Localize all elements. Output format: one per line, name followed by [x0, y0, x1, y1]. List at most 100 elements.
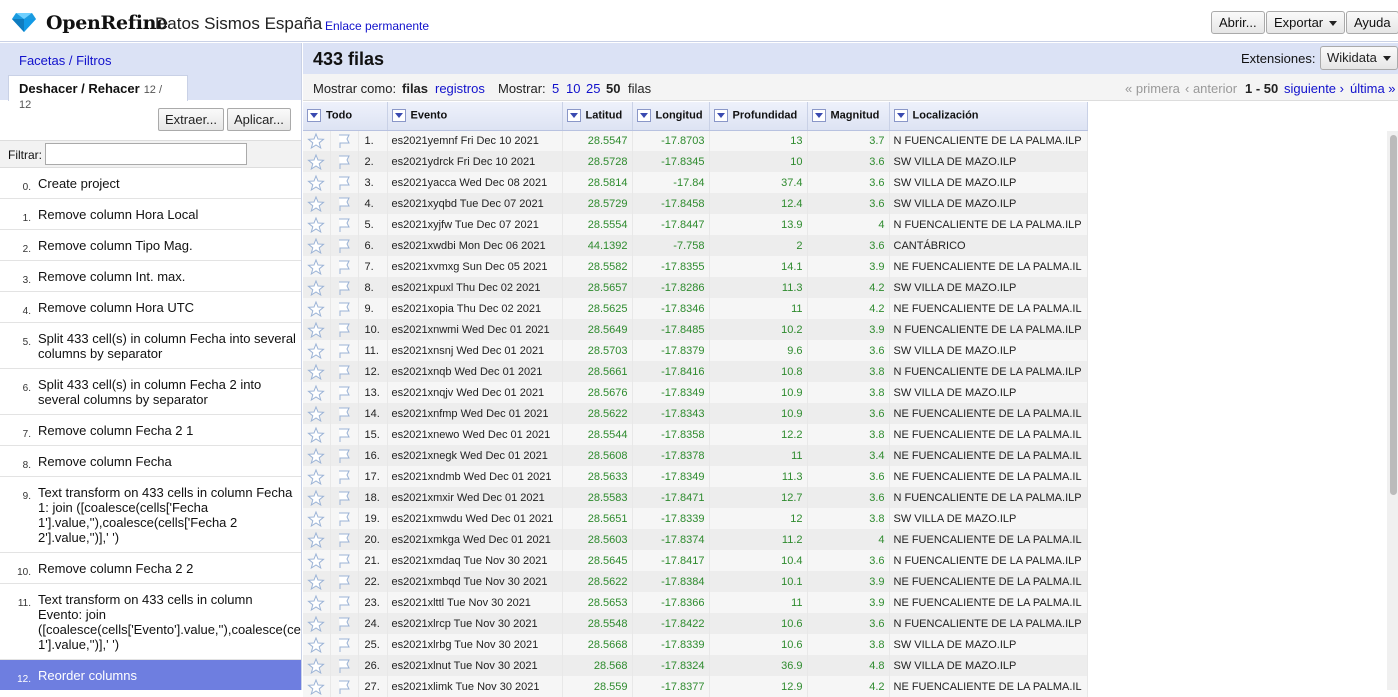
cell-latitud[interactable]: 28.568: [562, 655, 633, 676]
column-menu-icon[interactable]: [566, 109, 581, 123]
cell-localizacion[interactable]: NE FUENCALIENTE DE LA PALMA.IL: [889, 529, 1088, 550]
cell-row-number[interactable]: 22.: [358, 571, 388, 592]
star-icon[interactable]: [307, 237, 326, 255]
cell-evento[interactable]: es2021yemnf Fri Dec 10 2021: [387, 130, 563, 151]
star-icon[interactable]: [307, 573, 326, 591]
cell-magnitud[interactable]: 4: [807, 214, 890, 235]
cell-magnitud[interactable]: 4.2: [807, 676, 890, 697]
cell-evento[interactable]: es2021xnfmp Wed Dec 01 2021: [387, 403, 563, 424]
cell-profundidad[interactable]: 9.6: [709, 340, 808, 361]
cell-latitud[interactable]: 28.5649: [562, 319, 633, 340]
cell-row-number[interactable]: 27.: [358, 676, 388, 697]
cell-longitud[interactable]: -17.8379: [632, 340, 710, 361]
cell-magnitud[interactable]: 3.6: [807, 550, 890, 571]
cell-evento[interactable]: es2021yacca Wed Dec 08 2021: [387, 172, 563, 193]
star-icon[interactable]: [307, 552, 326, 570]
history-item[interactable]: 11. Text transform on 433 cells in column…: [0, 584, 301, 660]
star-icon[interactable]: [307, 636, 326, 654]
cell-evento[interactable]: es2021xpuxl Thu Dec 02 2021: [387, 277, 563, 298]
cell-longitud[interactable]: -17.8349: [632, 466, 710, 487]
cell-magnitud[interactable]: 3.6: [807, 613, 890, 634]
cell-evento[interactable]: es2021xmdaq Tue Nov 30 2021: [387, 550, 563, 571]
flag-icon[interactable]: [335, 321, 353, 339]
cell-localizacion[interactable]: N FUENCALIENTE DE LA PALMA.ILP: [889, 487, 1088, 508]
cell-magnitud[interactable]: 3.8: [807, 361, 890, 382]
cell-localizacion[interactable]: NE FUENCALIENTE DE LA PALMA.IL: [889, 466, 1088, 487]
cell-magnitud[interactable]: 4.8: [807, 655, 890, 676]
star-icon[interactable]: [307, 678, 326, 696]
cell-localizacion[interactable]: CANTÁBRICO: [889, 235, 1088, 256]
cell-row-number[interactable]: 12.: [358, 361, 388, 382]
cell-profundidad[interactable]: 11.3: [709, 277, 808, 298]
flag-icon[interactable]: [335, 552, 353, 570]
column-header-profundidad[interactable]: Profundidad: [709, 102, 808, 131]
cell-magnitud[interactable]: 3.6: [807, 403, 890, 424]
history-item[interactable]: 10. Remove column Fecha 2 2: [0, 553, 301, 584]
cell-row-number[interactable]: 8.: [358, 277, 388, 298]
cell-magnitud[interactable]: 3.6: [807, 172, 890, 193]
cell-profundidad[interactable]: 14.1: [709, 256, 808, 277]
cell-magnitud[interactable]: 4: [807, 529, 890, 550]
flag-icon[interactable]: [335, 468, 353, 486]
cell-row-number[interactable]: 6.: [358, 235, 388, 256]
cell-profundidad[interactable]: 13.9: [709, 214, 808, 235]
column-header-latitud[interactable]: Latitud: [562, 102, 633, 131]
cell-magnitud[interactable]: 3.6: [807, 235, 890, 256]
cell-localizacion[interactable]: N FUENCALIENTE DE LA PALMA.ILP: [889, 214, 1088, 235]
cell-latitud[interactable]: 28.5554: [562, 214, 633, 235]
cell-row-number[interactable]: 10.: [358, 319, 388, 340]
help-button[interactable]: Ayuda: [1346, 11, 1398, 34]
cell-localizacion[interactable]: SW VILLA DE MAZO.ILP: [889, 277, 1088, 298]
cell-row-number[interactable]: 4.: [358, 193, 388, 214]
star-icon[interactable]: [307, 384, 326, 402]
flag-icon[interactable]: [335, 573, 353, 591]
cell-row-number[interactable]: 2.: [358, 151, 388, 172]
cell-profundidad[interactable]: 12.4: [709, 193, 808, 214]
star-icon[interactable]: [307, 615, 326, 633]
flag-icon[interactable]: [335, 237, 353, 255]
cell-localizacion[interactable]: N FUENCALIENTE DE LA PALMA.ILP: [889, 130, 1088, 151]
extensions-dropdown[interactable]: Wikidata: [1320, 46, 1398, 70]
cell-profundidad[interactable]: 11: [709, 298, 808, 319]
cell-latitud[interactable]: 28.5676: [562, 382, 633, 403]
star-icon[interactable]: [307, 153, 326, 171]
extract-button[interactable]: Extraer...: [158, 108, 225, 131]
star-icon[interactable]: [307, 195, 326, 213]
cell-localizacion[interactable]: SW VILLA DE MAZO.ILP: [889, 172, 1088, 193]
history-item[interactable]: 4. Remove column Hora UTC: [0, 292, 301, 323]
column-header-longitud[interactable]: Longitud: [632, 102, 710, 131]
cell-evento[interactable]: es2021ydrck Fri Dec 10 2021: [387, 151, 563, 172]
cell-evento[interactable]: es2021xmkga Wed Dec 01 2021: [387, 529, 563, 550]
mode-records-link[interactable]: registros: [435, 81, 485, 96]
flag-icon[interactable]: [335, 594, 353, 612]
cell-longitud[interactable]: -17.8339: [632, 634, 710, 655]
cell-longitud[interactable]: -17.8358: [632, 424, 710, 445]
flag-icon[interactable]: [335, 195, 353, 213]
flag-icon[interactable]: [335, 342, 353, 360]
cell-localizacion[interactable]: SW VILLA DE MAZO.ILP: [889, 151, 1088, 172]
cell-longitud[interactable]: -17.8485: [632, 319, 710, 340]
history-item[interactable]: 6. Split 433 cell(s) in column Fecha 2 in…: [0, 369, 301, 415]
project-name[interactable]: Datos Sismos España: [155, 14, 322, 34]
flag-icon[interactable]: [335, 279, 353, 297]
history-item[interactable]: 8. Remove column Fecha: [0, 446, 301, 477]
cell-magnitud[interactable]: 3.6: [807, 193, 890, 214]
cell-row-number[interactable]: 11.: [358, 340, 388, 361]
cell-localizacion[interactable]: NE FUENCALIENTE DE LA PALMA.IL: [889, 424, 1088, 445]
star-icon[interactable]: [307, 489, 326, 507]
cell-magnitud[interactable]: 3.6: [807, 151, 890, 172]
cell-row-number[interactable]: 13.: [358, 382, 388, 403]
cell-evento[interactable]: es2021xlimk Tue Nov 30 2021: [387, 676, 563, 697]
cell-magnitud[interactable]: 3.8: [807, 634, 890, 655]
cell-localizacion[interactable]: NE FUENCALIENTE DE LA PALMA.IL: [889, 592, 1088, 613]
cell-evento[interactable]: es2021xnsnj Wed Dec 01 2021: [387, 340, 563, 361]
cell-localizacion[interactable]: NE FUENCALIENTE DE LA PALMA.IL: [889, 676, 1088, 697]
flag-icon[interactable]: [335, 384, 353, 402]
cell-longitud[interactable]: -17.8417: [632, 550, 710, 571]
history-item[interactable]: 9. Text transform on 433 cells in column …: [0, 477, 301, 553]
flag-icon[interactable]: [335, 174, 353, 192]
export-button[interactable]: Exportar: [1266, 11, 1346, 34]
cell-localizacion[interactable]: NE FUENCALIENTE DE LA PALMA.IL: [889, 445, 1088, 466]
cell-row-number[interactable]: 1.: [358, 130, 388, 151]
column-menu-icon[interactable]: [713, 109, 728, 123]
